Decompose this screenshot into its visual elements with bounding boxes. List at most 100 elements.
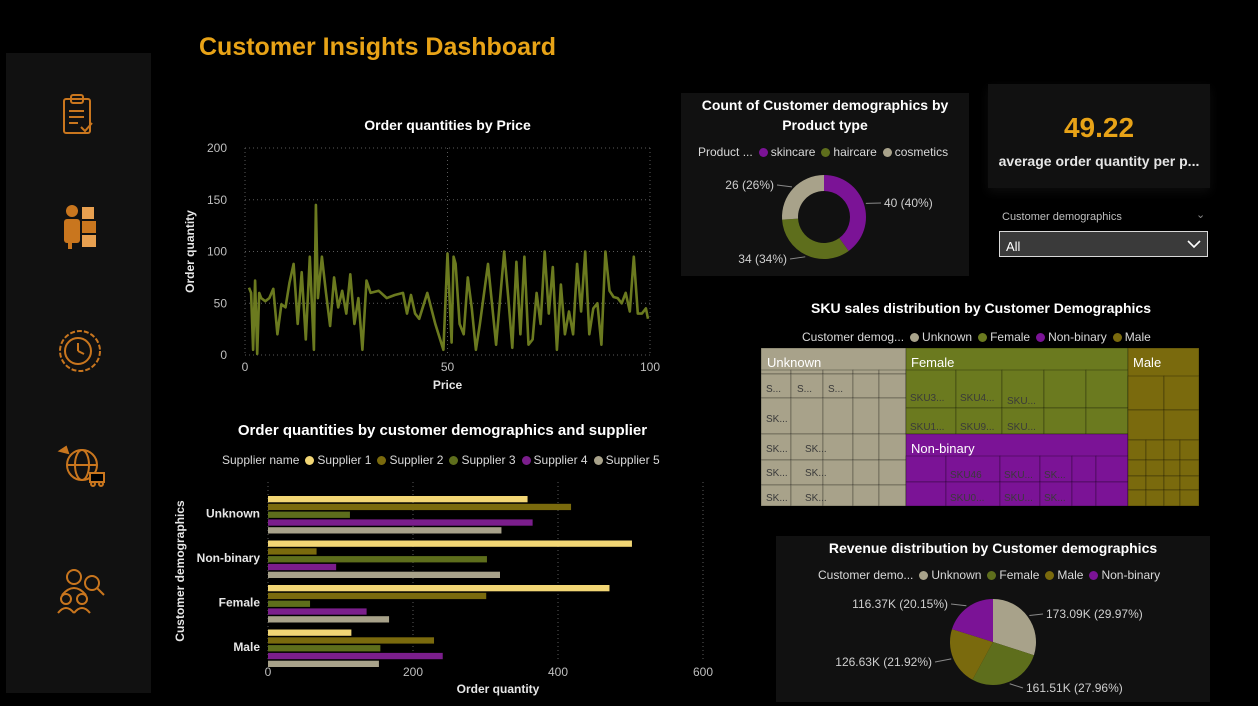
treemap-legend-item[interactable]: Female: [978, 330, 1030, 344]
treemap-cell: [822, 433, 854, 461]
treemap-cell: [1179, 475, 1200, 491]
treemap-cell: [1145, 475, 1165, 491]
revenue-legend-item[interactable]: Male: [1045, 568, 1083, 582]
treemap-cell: [822, 484, 854, 507]
clock-gear-icon[interactable]: [54, 323, 110, 379]
bar-legend-item[interactable]: Supplier 1: [305, 453, 371, 467]
demographics-dropdown[interactable]: All: [999, 231, 1208, 257]
treemap-cell-label: S...: [797, 384, 812, 395]
y-tick-label: 0: [220, 348, 227, 362]
clipboard-check-icon[interactable]: [54, 91, 110, 147]
data-label: 26 (26%): [725, 178, 774, 192]
donut-legend-item[interactable]: haircare: [821, 145, 877, 159]
donut-legend-item[interactable]: skincare: [758, 145, 815, 159]
bar-legend-item[interactable]: Supplier 3: [449, 453, 516, 467]
treemap-cell-label: SK...: [1044, 470, 1066, 481]
treemap-cell: [1179, 439, 1200, 461]
category-label: Unknown: [206, 507, 260, 521]
bar: [268, 571, 500, 578]
revenue-legend-item[interactable]: Female: [987, 568, 1039, 582]
treemap-cell: [878, 433, 907, 461]
legend-label: Supplier 5: [605, 453, 660, 467]
treemap-cell: [1071, 481, 1097, 507]
treemap-cell-label: SKU...: [1004, 493, 1033, 504]
revenue-legend-item[interactable]: Non-binary: [1089, 568, 1160, 582]
bar-legend-item[interactable]: Supplier 5: [593, 453, 660, 467]
treemap-cell: [1043, 369, 1087, 409]
donut-legend-item[interactable]: cosmetics: [882, 145, 948, 159]
sidebar: [6, 53, 151, 693]
legend-label: Supplier 1: [317, 453, 372, 467]
leader-line: [776, 184, 792, 188]
bar-legend-item[interactable]: Supplier 2: [377, 453, 443, 467]
x-tick-label: 200: [403, 665, 423, 679]
treemap-legend-item[interactable]: Male: [1112, 330, 1151, 344]
treemap-cell-label: SKU...: [1007, 422, 1036, 433]
bar: [268, 519, 533, 526]
treemap-cell-label: SK...: [766, 468, 788, 479]
donut-legend: Product ... skincare haircare cosmetics: [698, 145, 954, 159]
bar: [268, 527, 502, 534]
globe-delivery-icon[interactable]: [54, 439, 110, 495]
category-label: Female: [219, 596, 261, 610]
treemap-cell-label: SKU46: [950, 470, 982, 481]
donut-chart[interactable]: 40 (40%) 34 (34%) 26 (26%): [681, 163, 969, 276]
data-label: 173.09K (29.97%): [1046, 607, 1143, 621]
treemap-cell-label: SK...: [805, 493, 827, 504]
legend-swatch: [910, 332, 920, 342]
treemap-chart[interactable]: Unknown Female Non-binary Male S... S... S... S…: [761, 348, 1201, 508]
treemap-cell: [790, 369, 824, 375]
x-tick-label: 0: [265, 665, 272, 679]
legend-swatch: [978, 332, 988, 342]
treemap-cell: [822, 397, 854, 435]
legend-label: Supplier 2: [389, 453, 444, 467]
data-label: 126.63K (21.92%): [835, 655, 932, 669]
treemap-cell: [1071, 455, 1097, 483]
legend-swatch: [1036, 332, 1046, 342]
bar-legend-title: Supplier name: [222, 453, 300, 467]
bar: [268, 600, 311, 607]
legend-label: Female: [999, 568, 1040, 582]
bar-legend-item[interactable]: Supplier 4: [521, 453, 588, 467]
legend-label: Female: [990, 330, 1031, 344]
bar: [268, 660, 379, 667]
bar-chart[interactable]: 0 200 400 600 Order quantity Customer demogra…: [168, 478, 728, 700]
data-label: 34 (34%): [738, 252, 787, 266]
treemap-cell-label: SKU...: [1007, 396, 1036, 407]
treemap-title: SKU sales distribution by Customer Demog…: [811, 300, 1151, 316]
category-label: Male: [233, 640, 260, 654]
bar: [268, 563, 337, 571]
slicer-collapse-icon[interactable]: ⌄: [1196, 208, 1205, 221]
revenue-legend-title: Customer demo...: [818, 568, 914, 582]
treemap-cell: [1127, 439, 1147, 461]
legend-swatch: [758, 147, 768, 157]
treemap-legend-item[interactable]: Unknown: [910, 330, 972, 344]
revenue-pie-chart[interactable]: 173.09K (29.97%) 161.51K (27.96%) 126.63K …: [776, 586, 1210, 702]
leader-line: [1009, 683, 1024, 689]
worker-boxes-icon[interactable]: [54, 199, 110, 255]
donut-slice: [824, 175, 866, 251]
treemap-cell: [1095, 481, 1129, 507]
treemap-cell: [878, 373, 907, 399]
y-tick-label: 100: [207, 245, 227, 259]
line-chart[interactable]: 0 50 100 150 200 0 50 100 Price Order quantity: [180, 138, 670, 398]
treemap-legend-item[interactable]: Non-binary: [1036, 330, 1107, 344]
treemap-cell: [1085, 369, 1129, 409]
treemap-cell: [878, 459, 907, 486]
treemap-cell: [878, 397, 907, 435]
treemap-cell-label: SKU1...: [910, 422, 944, 433]
people-search-icon[interactable]: [54, 563, 110, 619]
y-tick-label: 150: [207, 193, 227, 207]
donut-chart-title: Count of Customer demographics by Produc…: [701, 97, 949, 133]
bar: [268, 556, 487, 563]
data-label: 40 (40%): [884, 196, 933, 210]
treemap-cell-label: SK...: [766, 414, 788, 425]
line-series: [247, 203, 650, 356]
bar: [268, 503, 572, 511]
revenue-legend-item[interactable]: Unknown: [919, 568, 981, 582]
treemap-legend-title: Customer demog...: [802, 330, 905, 344]
leader-line: [789, 256, 806, 260]
treemap-cell: [852, 373, 880, 399]
bar-chart-legend: Supplier name Supplier 1 Supplier 2 Supplie…: [222, 453, 666, 467]
legend-swatch: [919, 570, 929, 580]
